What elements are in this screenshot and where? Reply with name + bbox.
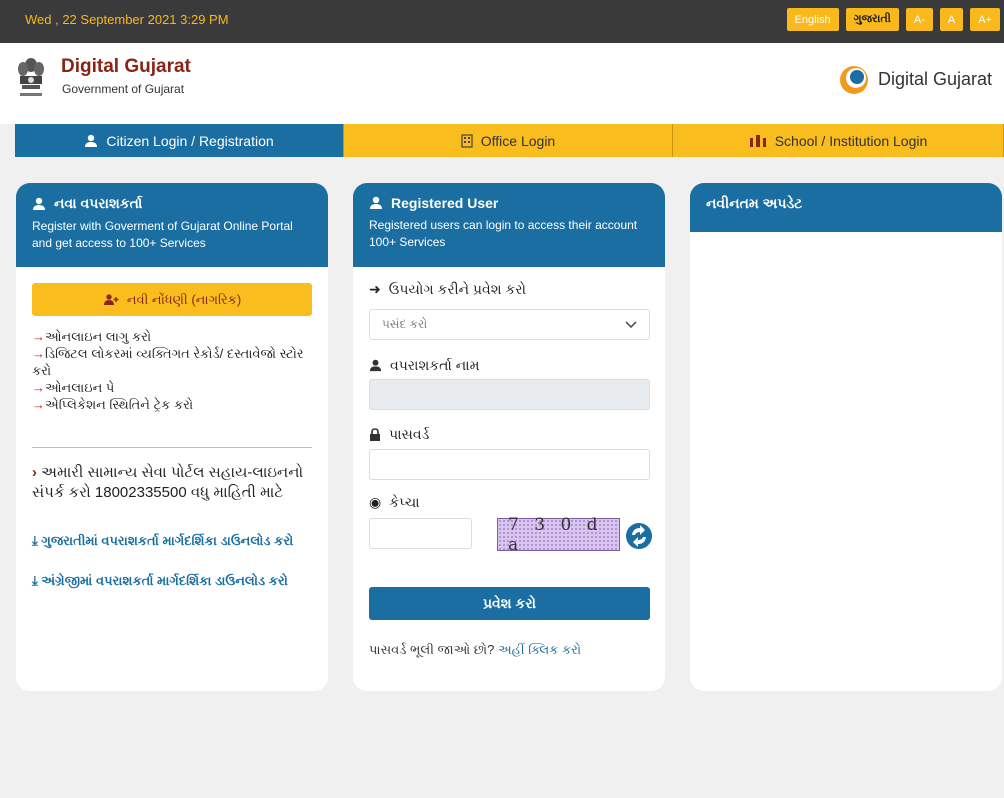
chevron-down-icon	[625, 320, 637, 328]
digital-gujarat-logo-icon	[839, 66, 868, 94]
english-language-button[interactable]: English	[786, 8, 839, 31]
download-icon: ⤓	[32, 533, 38, 548]
sign-in-icon: ➜	[369, 281, 381, 297]
new-user-title: નવા વપરાશકર્તા	[54, 195, 143, 211]
datetime-display: Wed , 22 September 2021 3:29 PM	[25, 12, 229, 27]
digital-gujarat-logo[interactable]: Digital Gujarat	[838, 63, 992, 95]
captcha-label-text: કેપ્ચા	[389, 494, 420, 510]
building-icon	[461, 133, 473, 148]
password-label-text: પાસવર્ડ	[389, 426, 430, 442]
state-emblem-icon	[18, 58, 44, 96]
captcha-label: ◉ કેપ્ચા	[369, 494, 420, 511]
site-title[interactable]: Digital Gujarat	[61, 56, 191, 78]
forgot-password-link[interactable]: અહીં ક્લિક કરો	[498, 642, 581, 657]
user-icon	[369, 359, 382, 372]
gujarati-language-button[interactable]: ગુજરાતી	[845, 8, 899, 31]
tab-label: Office Login	[480, 132, 556, 149]
service-link-label: ડિજિટલ લોકરમાં વ્યક્તિગત રેકોર્ડ/ દસ્તાવ…	[32, 346, 304, 378]
new-registration-button[interactable]: નવી નોંધણી (નાગરિક)	[32, 283, 312, 316]
add-user-icon	[103, 293, 119, 305]
username-label-text: વપરાશકર્તા નામ	[390, 357, 480, 373]
latest-updates-title: નવીનતમ અપડેટ	[706, 195, 803, 211]
login-with-text: ઉપયોગ કરીને પ્રવેશ કરો	[388, 281, 527, 297]
tab-citizen-login[interactable]: Citizen Login / Registration	[15, 124, 344, 157]
service-link-label: ઓનલાઇન પે	[45, 380, 115, 395]
helpline-text: અમારી સામાન્ય સેવા પોર્ટલ સહાય-લાઇનનો સં…	[32, 464, 304, 501]
institution-icon	[749, 134, 766, 147]
registered-user-card-header: Registered User Registered users can log…	[353, 183, 665, 267]
username-label: વપરાશકર્તા નામ	[369, 357, 480, 374]
refresh-captcha-icon[interactable]	[624, 521, 654, 551]
download-guide-gujarati-label: ગુજરાતીમાં વપરાશકર્તા માર્ગદર્શિકા ડાઉનલ…	[41, 533, 294, 548]
tab-label: School / Institution Login	[774, 132, 928, 149]
new-registration-label: નવી નોંધણી (નાગરિક)	[126, 291, 242, 307]
login-with-label: ➜ ઉપયોગ કરીને પ્રવેશ કરો	[369, 281, 526, 298]
download-guide-english-link[interactable]: ⤓ અંગ્રેજીમાં વપરાશકર્તા માર્ગદર્શિકા ડા…	[32, 573, 317, 589]
arrow-right-icon: →	[32, 397, 45, 412]
language-font-controls: English ગુજરાતી A- A A+	[786, 8, 1000, 31]
logo-text: Digital Gujarat	[877, 68, 992, 89]
tab-label: Citizen Login / Registration	[106, 132, 274, 149]
username-field[interactable]	[369, 379, 650, 410]
download-guide-gujarati-link[interactable]: ⤓ ગુજરાતીમાં વપરાશકર્તા માર્ગદર્શિકા ડાઉ…	[32, 533, 317, 549]
forgot-password-text: પાસવર્ડ ભૂલી જાઓ છો? અહીં ક્લિક કરો	[369, 642, 581, 658]
new-user-card: નવા વપરાશકર્તા Register with Goverment o…	[16, 183, 328, 691]
arrow-right-icon: →	[32, 380, 45, 395]
captcha-image: 7 3 0 d a	[497, 515, 620, 555]
site-subtitle: Government of Gujarat	[62, 82, 185, 96]
login-method-value: પસંદ કરો	[382, 317, 428, 331]
login-type-tabs: Citizen Login / Registration Office Logi…	[15, 124, 1004, 157]
registered-user-card: Registered User Registered users can log…	[353, 183, 665, 691]
helpline-info: › અમારી સામાન્ય સેવા પોર્ટલ સહાય-લાઇનનો …	[32, 463, 317, 503]
font-increase-button[interactable]: A+	[970, 8, 1000, 31]
user-icon	[85, 134, 98, 147]
tab-institution-login[interactable]: School / Institution Login	[673, 124, 1004, 157]
service-link-digital-locker[interactable]: →ડિજિટલ લોકરમાં વ્યક્તિગત રેકોર્ડ/ દસ્તા…	[32, 345, 317, 379]
top-bar: Wed , 22 September 2021 3:29 PM English …	[0, 0, 1004, 43]
service-link-apply-online[interactable]: →ઓનલાઇન લાગુ કરો	[32, 328, 317, 345]
service-link-label: એપ્લિકેશન સ્થિતિને ટ્રેક કરો	[45, 397, 194, 412]
divider	[32, 447, 312, 448]
password-field[interactable]	[369, 449, 650, 480]
eye-icon: ◉	[369, 494, 382, 510]
new-user-description: Register with Goverment of Gujarat Onlin…	[32, 219, 293, 250]
service-link-track-status[interactable]: →એપ્લિકેશન સ્થિતિને ટ્રેક કરો	[32, 396, 317, 413]
password-label: પાસવર્ડ	[369, 426, 429, 443]
login-button[interactable]: પ્રવેશ કરો	[369, 587, 650, 620]
service-link-label: ઓનલાઇન લાગુ કરો	[45, 329, 152, 344]
login-method-select[interactable]: પસંદ કરો	[369, 309, 650, 340]
tab-office-login[interactable]: Office Login	[344, 124, 673, 157]
chevron-right-icon: ›	[32, 464, 37, 481]
arrow-right-icon: →	[32, 346, 45, 361]
registered-user-title: Registered User	[391, 195, 499, 211]
latest-updates-card: નવીનતમ અપડેટ	[690, 183, 1002, 691]
user-icon	[33, 197, 45, 210]
new-user-card-header: નવા વપરાશકર્તા Register with Goverment o…	[16, 183, 328, 267]
latest-updates-header: નવીનતમ અપડેટ	[690, 183, 1002, 232]
lock-icon	[370, 428, 380, 441]
font-reset-button[interactable]: A	[939, 8, 964, 31]
font-decrease-button[interactable]: A-	[905, 8, 933, 31]
service-links: →ઓનલાઇન લાગુ કરો →ડિજિટલ લોકરમાં વ્યક્તિ…	[32, 328, 317, 413]
arrow-right-icon: →	[32, 329, 45, 344]
service-link-pay-online[interactable]: →ઓનલાઇન પે	[32, 379, 317, 396]
forgot-password-label: પાસવર્ડ ભૂલી જાઓ છો?	[369, 642, 495, 657]
download-guide-english-label: અંગ્રેજીમાં વપરાશકર્તા માર્ગદર્શિકા ડાઉન…	[41, 573, 288, 588]
captcha-input[interactable]	[369, 518, 472, 549]
site-header: Digital Gujarat Government of Gujarat Di…	[0, 43, 1004, 124]
user-icon	[370, 196, 382, 209]
download-icon: ⤓	[32, 573, 38, 588]
registered-user-description: Registered users can login to access the…	[369, 218, 638, 249]
